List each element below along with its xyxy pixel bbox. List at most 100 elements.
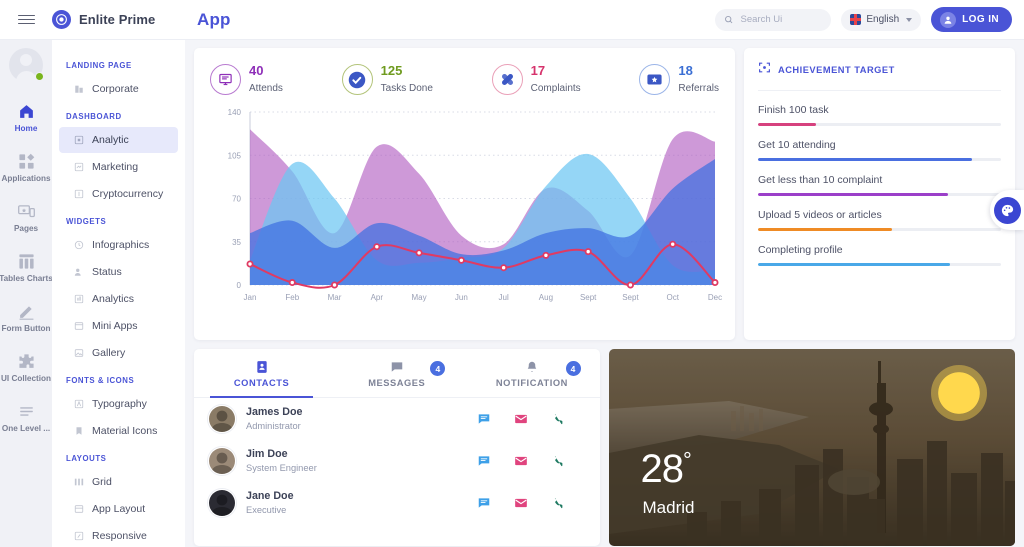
- goal-progress-track: [758, 263, 1001, 266]
- phone-icon[interactable]: [551, 454, 566, 469]
- tab-label: MESSAGES: [368, 377, 426, 388]
- avatar: [208, 405, 236, 433]
- sidebar-item-analytics[interactable]: Analytics: [59, 286, 178, 312]
- sidebar-item-label: Gallery: [92, 347, 126, 359]
- language-label: English: [866, 14, 900, 25]
- sidebar-item-mini-apps[interactable]: Mini Apps: [59, 313, 178, 339]
- goal-label: Get 10 attending: [758, 139, 836, 151]
- dashboard-app: Enlite Prime App English: [0, 0, 1024, 547]
- typography-icon: [73, 399, 84, 410]
- tables-charts-icon: [16, 251, 36, 271]
- brand[interactable]: Enlite Prime: [52, 10, 189, 29]
- contact-card-icon: [254, 359, 270, 375]
- tab-contacts[interactable]: CONTACTS: [194, 349, 329, 398]
- mail-icon[interactable]: [514, 496, 529, 511]
- check-icon: [341, 64, 373, 96]
- sidebar-item-material-icons[interactable]: Material Icons: [59, 418, 178, 444]
- contact-name: Jane Doe: [246, 490, 294, 502]
- contact-name: James Doe: [246, 406, 303, 418]
- message-icon: [389, 359, 405, 375]
- avatar[interactable]: [9, 48, 44, 82]
- sidebar-item-status[interactable]: Status: [59, 259, 178, 285]
- contact-row[interactable]: James Doe Administrator: [194, 398, 600, 440]
- svg-text:Oct: Oct: [667, 293, 680, 302]
- search-box[interactable]: [715, 8, 832, 31]
- responsive-icon: [73, 531, 84, 542]
- rail-item-one-level[interactable]: One Level ...: [0, 392, 52, 442]
- sidebar-item-app-layout[interactable]: App Layout: [59, 496, 178, 522]
- contact-row[interactable]: Jim Doe System Engineer: [194, 440, 600, 482]
- rail-item-pages[interactable]: Pages: [0, 192, 52, 242]
- goal-label: Get less than 10 complaint: [758, 174, 883, 186]
- contacts-tabs: CONTACTS MESSAGES 4 NOTIFICATION 4: [194, 349, 600, 398]
- sidebar-item-cryptocurrency[interactable]: Cryptocurrency: [59, 181, 178, 207]
- sidebar-item-label: Mini Apps: [92, 320, 138, 332]
- icon-rail: Home Applications Pages Tables Charts Fo…: [0, 40, 52, 547]
- mail-icon[interactable]: [514, 454, 529, 469]
- svg-text:May: May: [412, 293, 427, 302]
- chat-icon[interactable]: [477, 412, 492, 427]
- rail-item-label: Tables Charts: [0, 274, 52, 284]
- tab-messages[interactable]: MESSAGES 4: [329, 349, 464, 397]
- contact-row[interactable]: Jane Doe Executive: [194, 482, 600, 524]
- sidebar-item-corporate[interactable]: Corporate: [59, 76, 178, 102]
- svg-text:70: 70: [232, 194, 241, 203]
- sidebar-item-responsive[interactable]: Responsive: [59, 523, 178, 547]
- mail-icon[interactable]: [514, 412, 529, 427]
- login-button[interactable]: LOG IN: [931, 7, 1012, 32]
- phone-icon[interactable]: [551, 496, 566, 511]
- sidebar-item-marketing[interactable]: Marketing: [59, 154, 178, 180]
- chat-icon[interactable]: [477, 496, 492, 511]
- analytics-icon: [73, 294, 84, 305]
- search-input[interactable]: [740, 14, 823, 25]
- sidebar-item-label: Grid: [92, 476, 112, 488]
- palette-icon[interactable]: [993, 196, 1021, 224]
- stat-tasks-done: 125 Tasks Done: [341, 64, 433, 96]
- infographics-icon: [73, 240, 84, 251]
- sidebar-section-title: WIDGETS: [66, 217, 107, 226]
- building-icon: [73, 84, 84, 95]
- gallery-icon: [73, 348, 84, 359]
- svg-text:105: 105: [228, 151, 242, 160]
- goal-item: Upload 5 videos or articles: [758, 196, 1001, 231]
- bottom-row: CONTACTS MESSAGES 4 NOTIFICATION 4 James…: [185, 340, 1024, 546]
- weather-temperature: 28°: [640, 447, 692, 491]
- sidebar-item-label: Infographics: [92, 239, 150, 251]
- messages-badge: 4: [430, 361, 446, 376]
- home-icon: [16, 101, 36, 121]
- chevron-down-icon: [906, 17, 913, 22]
- stat-referrals: 18 Referrals: [639, 64, 719, 96]
- stats-row: 40 Attends 125 Tasks Done 17 Complaints …: [204, 60, 725, 96]
- search-icon: [725, 15, 733, 24]
- status-icon: [73, 267, 84, 278]
- stat-complaints: 17 Complaints: [491, 64, 581, 96]
- achievement-title: ACHIEVEMENT TARGET: [778, 65, 895, 75]
- sidebar-item-analytic[interactable]: Analytic: [59, 127, 178, 153]
- sidebar-item-typography[interactable]: Typography: [59, 391, 178, 417]
- contact-name: Jim Doe: [246, 448, 288, 460]
- achievement-header: ACHIEVEMENT TARGET: [758, 61, 1001, 91]
- sidebar-section-title: DASHBOARD: [66, 112, 122, 121]
- sidebar-item-gallery[interactable]: Gallery: [59, 340, 178, 366]
- sidebar-item-label: Corporate: [92, 83, 139, 95]
- stat-label: Attends: [249, 82, 283, 94]
- sidebar-item-infographics[interactable]: Infographics: [59, 232, 178, 258]
- rail-item-label: Applications: [1, 174, 51, 184]
- chat-icon[interactable]: [477, 454, 492, 469]
- phone-icon[interactable]: [551, 412, 566, 427]
- rail-item-tables-charts[interactable]: Tables Charts: [0, 242, 52, 292]
- contacts-card: CONTACTS MESSAGES 4 NOTIFICATION 4 James…: [194, 349, 600, 546]
- weather-city: Madrid: [642, 498, 695, 517]
- rail-item-label: Pages: [13, 224, 39, 234]
- svg-text:35: 35: [232, 238, 241, 247]
- rail-item-home[interactable]: Home: [0, 92, 52, 142]
- language-selector[interactable]: English: [841, 8, 922, 31]
- rail-item-applications[interactable]: Applications: [0, 142, 52, 192]
- rail-item-ui-collection[interactable]: UI Collection: [0, 342, 52, 392]
- sidebar-section-title: LANDING PAGE: [66, 61, 132, 70]
- hamburger-icon[interactable]: [0, 12, 52, 26]
- sidebar-item-grid[interactable]: Grid: [59, 469, 178, 495]
- stat-label: Complaints: [530, 82, 581, 94]
- rail-item-form-button[interactable]: Form Button: [0, 292, 52, 342]
- tab-notification[interactable]: NOTIFICATION 4: [464, 349, 599, 397]
